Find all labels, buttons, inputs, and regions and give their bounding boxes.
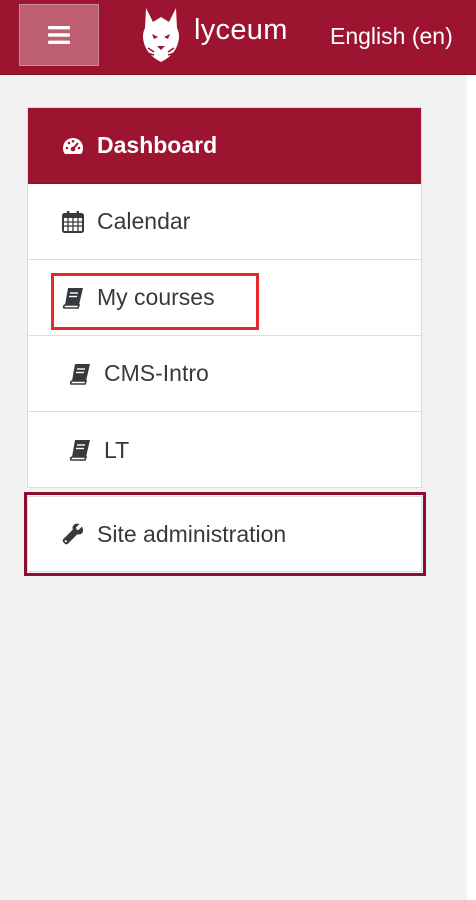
book-icon xyxy=(66,360,94,388)
page-content-edge xyxy=(467,75,476,900)
nav-item-dashboard[interactable]: Dashboard xyxy=(28,108,421,184)
nav-item-calendar[interactable]: Calendar xyxy=(28,184,421,260)
language-menu[interactable]: English (en) xyxy=(330,23,453,50)
book-icon xyxy=(66,436,94,464)
nav-item-label: Dashboard xyxy=(97,132,218,158)
lynx-logo-icon[interactable] xyxy=(140,6,182,64)
site-brand[interactable]: lyceum xyxy=(194,14,288,47)
nav-item-label: Site administration xyxy=(97,520,287,547)
menu-toggle-button[interactable] xyxy=(19,4,99,66)
dashboard-gauge-icon xyxy=(59,132,87,160)
nav-item-course-lt[interactable]: LT xyxy=(28,412,421,488)
top-navbar: lyceum English (en) xyxy=(0,0,476,75)
nav-item-label: LT xyxy=(104,436,130,463)
nav-item-label: Calendar xyxy=(97,208,191,234)
nav-item-course-cms-intro[interactable]: CMS-Intro xyxy=(28,336,421,412)
nav-item-site-administration[interactable]: Site administration xyxy=(27,496,422,572)
wrench-icon xyxy=(59,520,87,548)
calendar-icon xyxy=(59,208,87,236)
my-courses-highlight-box xyxy=(51,273,259,330)
hamburger-icon xyxy=(48,26,70,44)
nav-item-label: CMS-Intro xyxy=(104,360,209,386)
